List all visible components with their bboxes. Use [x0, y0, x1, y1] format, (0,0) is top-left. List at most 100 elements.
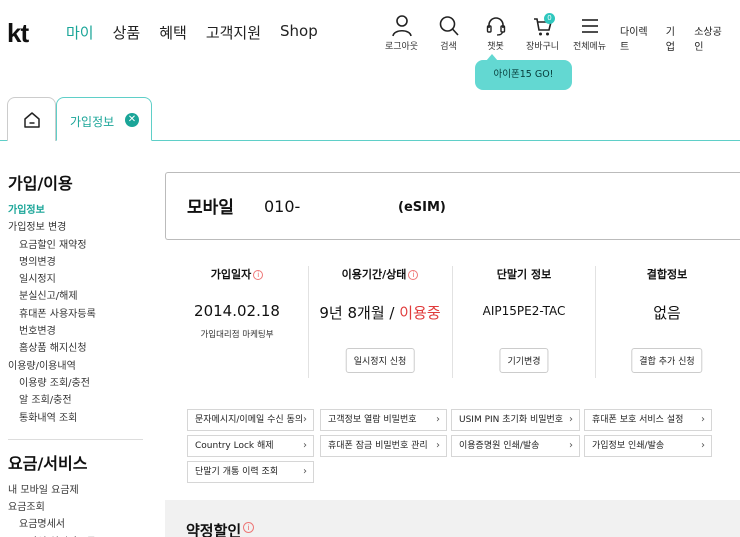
sidebar-item[interactable]: 요금명세서	[8, 516, 143, 533]
util-smallbiz[interactable]: 소상공인	[694, 23, 729, 53]
bundle-add-button[interactable]: 결합 추가 신청	[631, 348, 703, 373]
util-links: 다이렉트 기업 소상공인	[620, 23, 740, 53]
sidebar-item[interactable]: 일시정지	[8, 271, 143, 288]
quick-link[interactable]: 문자메시지/이메일 수신 동의 ›	[187, 409, 314, 431]
quick-link[interactable]: 휴대폰 보호 서비스 설정 ›	[584, 409, 712, 431]
sidebar-item[interactable]: 이용량 조회/충전	[8, 375, 143, 392]
sidebar-item[interactable]: 요금조회	[8, 499, 143, 516]
quick-link[interactable]: 고객정보 열람 비밀번호 ›	[320, 409, 447, 431]
cart-label: 장바구니	[525, 42, 560, 52]
kt-logo[interactable]: kt	[7, 18, 29, 49]
quick-link[interactable]: 단말기 개통 이력 조회 ›	[187, 461, 314, 483]
sidebar-item[interactable]: 홈상품 해지신청	[8, 340, 143, 357]
nav-products[interactable]: 상품	[113, 22, 141, 43]
search-icon	[439, 16, 459, 36]
logout-button[interactable]: 로그아웃	[378, 15, 425, 52]
sidebar-item[interactable]: 내 모바일 요금제	[8, 482, 143, 499]
chevron-right-icon: ›	[303, 440, 307, 451]
status-text: 이용중	[399, 304, 441, 322]
all-menu-button[interactable]: 전체메뉴	[566, 15, 613, 52]
line-type-title: 모바일	[187, 198, 234, 218]
chevron-right-icon: ›	[701, 440, 705, 451]
quick-link[interactable]: 가입정보 인쇄/발송 ›	[584, 435, 712, 457]
quick-link-label: 가입정보 인쇄/발송	[592, 441, 665, 451]
user-icon	[391, 15, 412, 37]
period-column: 이용기간/상태 i 9년 8개월 / 이용중 일시정지 신청	[309, 266, 451, 373]
chevron-right-icon: ›	[436, 414, 440, 425]
chevron-right-icon: ›	[436, 440, 440, 451]
nav-shop[interactable]: Shop	[280, 22, 318, 43]
nav-my[interactable]: 마이	[66, 22, 94, 43]
chevron-right-icon: ›	[303, 414, 307, 425]
util-direct[interactable]: 다이렉트	[620, 23, 655, 53]
header-icons: 로그아웃 검색 챗봇 0 장바구니 전체메뉴	[378, 13, 613, 52]
tab-subscription-info[interactable]: 가입정보 ✕	[56, 97, 152, 141]
info-icon[interactable]: i	[408, 270, 419, 280]
device-change-button[interactable]: 기기변경	[499, 348, 549, 373]
main-nav: 마이 상품 혜택 고객지원 Shop	[66, 22, 337, 43]
device-column: 단말기 정보 AIP15PE2-TAC 기기변경	[453, 266, 595, 373]
sidebar-section-title: 요금/서비스	[8, 453, 88, 473]
quick-link-label: 이용증명원 인쇄/발송	[459, 441, 540, 451]
quick-link[interactable]: USIM PIN 초기화 비밀번호 ›	[451, 409, 580, 431]
nav-support[interactable]: 고객지원	[206, 22, 261, 43]
header: kt 마이 상품 혜택 고객지원 Shop 로그아웃 검색 챗봇 0 장바구니 …	[0, 0, 740, 68]
join-date-heading: 가입일자 i	[166, 266, 308, 282]
subscription-summary: 가입일자 i 2014.02.18 가입대리점 마케팅부 이용기간/상태 i 9년 …	[165, 240, 740, 400]
sidebar-item[interactable]: 알 조회/충전	[8, 392, 143, 409]
sidebar-item[interactable]: 번호변경	[8, 323, 143, 340]
mobile-line-card: 모바일 010- (eSIM)	[165, 172, 740, 240]
quick-link-label: Country Lock 해제	[195, 441, 274, 451]
esim-label: (eSIM)	[398, 200, 446, 215]
quick-link-label: 문자메시지/이메일 수신 동의	[195, 415, 304, 425]
sidebar-item[interactable]: 이용량/이용내역	[8, 358, 143, 375]
chevron-right-icon: ›	[569, 414, 573, 425]
sidebar: 가입/이용 가입정보 가입정보 변경 요금할인 재약정 명의변경 일시정지 분실신고/해제…	[8, 170, 143, 537]
chevron-right-icon: ›	[569, 440, 573, 451]
join-date-label: 가입일자	[210, 268, 252, 281]
quick-link[interactable]: 휴대폰 잠금 비밀번호 관리 ›	[320, 435, 447, 457]
quick-link-label: 단말기 개통 이력 조회	[195, 467, 279, 477]
period-value: 9년 8개월 / 이용중	[309, 302, 451, 323]
device-heading: 단말기 정보	[496, 268, 552, 281]
quick-link-label: 휴대폰 잠금 비밀번호 관리	[328, 441, 428, 451]
quick-link[interactable]: 이용증명원 인쇄/발송 ›	[451, 435, 580, 457]
quick-link-label: USIM PIN 초기화 비밀번호	[459, 415, 564, 425]
tab-label: 가입정보	[70, 115, 115, 129]
search-button[interactable]: 검색	[425, 15, 472, 52]
join-date-value: 2014.02.18	[194, 302, 280, 320]
chatbot-button[interactable]: 챗봇	[472, 15, 519, 52]
sidebar-item[interactable]: 분실신고/해제	[8, 288, 143, 305]
sidebar-item[interactable]: 가입정보 변경	[8, 219, 143, 236]
quick-link[interactable]: Country Lock 해제 ›	[187, 435, 314, 457]
headset-icon	[486, 17, 505, 36]
sidebar-item[interactable]: 요금할인 재약정	[8, 237, 143, 254]
suspend-request-button[interactable]: 일시정지 신청	[345, 348, 415, 373]
home-icon	[23, 111, 40, 128]
chatbot-label: 챗봇	[487, 42, 504, 52]
sidebar-item[interactable]: 휴대폰 사용자등록	[8, 306, 143, 323]
sidebar-divider	[8, 438, 143, 440]
info-icon[interactable]: i	[243, 522, 254, 533]
info-icon[interactable]: i	[253, 270, 264, 280]
bundle-column: 결합정보 없음 결합 추가 신청	[596, 266, 738, 373]
quick-link-label: 휴대폰 보호 서비스 설정	[592, 415, 684, 425]
sidebar-section-title: 가입/이용	[8, 174, 73, 193]
tab-home[interactable]	[7, 97, 56, 141]
sidebar-item[interactable]: 가입정보	[8, 202, 143, 219]
nav-benefits[interactable]: 혜택	[159, 22, 187, 43]
contract-discount-section: 약정할인 i	[165, 500, 740, 537]
cart-count-badge: 0	[544, 13, 555, 24]
sidebar-item[interactable]: 통화내역 조회	[8, 410, 143, 427]
close-icon[interactable]: ✕	[125, 113, 139, 127]
chevron-right-icon: ›	[303, 466, 307, 477]
all-menu-label: 전체메뉴	[572, 42, 607, 52]
util-business[interactable]: 기업	[666, 23, 683, 53]
search-label: 검색	[440, 42, 457, 52]
cart-button[interactable]: 0 장바구니	[519, 13, 566, 52]
sidebar-item[interactable]: 명의변경	[8, 254, 143, 271]
contract-discount-title: 약정할인	[186, 522, 242, 537]
join-dealer: 가입대리점 마케팅부	[200, 330, 274, 340]
promo-tooltip[interactable]: 아이폰15 GO!	[475, 54, 572, 90]
bundle-heading: 결합정보	[646, 268, 688, 281]
